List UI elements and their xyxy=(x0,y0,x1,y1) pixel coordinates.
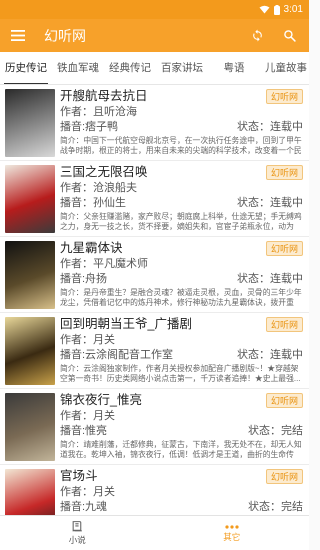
book-narrator-row: 播音:痞子鸭 状态：连载中 xyxy=(60,120,303,135)
book-status: 状态：连载中 xyxy=(237,121,303,133)
category-tabs: 历史传记 铁血军魂 经典传记 百家讲坛 粤语 儿童故事 xyxy=(0,52,309,85)
book-narrator: 播音:惟亮 xyxy=(60,425,108,437)
tab-lecture-room[interactable]: 百家讲坛 xyxy=(156,52,208,84)
book-cover xyxy=(5,317,55,385)
nav-label: 小说 xyxy=(68,535,86,545)
book-narrator: 播音:痞子鸭 xyxy=(60,121,119,133)
source-tag: 幻听网 xyxy=(265,241,303,256)
nav-label: 其它 xyxy=(223,531,241,542)
book-narrator: 播音：孙仙生 xyxy=(60,197,126,209)
tab-cantonese[interactable]: 粤语 xyxy=(208,52,260,84)
book-intro: 简介：云涂阁独家制作，作者月关授权参加配音广播剧版~！★穿越架空第一奇书！历史类… xyxy=(60,364,301,383)
book-author: 作者：月关 xyxy=(60,334,115,346)
book-narrator: 播音:舟扬 xyxy=(60,273,108,285)
book-narrator-row: 播音:九魂 状态：完结 xyxy=(60,500,303,515)
list-item[interactable]: 开艘航母去抗日 作者：且听沧海 播音:痞子鸭 状态：连载中 简介：中国下一代航空母… xyxy=(0,85,309,161)
list-item[interactable]: 官场斗 作者：月关 播音:九魂 状态：完结 幻听网 xyxy=(0,465,309,515)
source-tag: 幻听网 xyxy=(265,469,303,484)
book-icon xyxy=(72,521,82,532)
book-author: 作者：月关 xyxy=(60,410,115,422)
book-narrator-row: 播音:云涂阁配音工作室 状态：连载中 xyxy=(60,348,303,363)
nav-novels[interactable]: 小说 xyxy=(0,516,155,550)
app-title: 幻听网 xyxy=(44,27,86,44)
status-bar: 3:01 xyxy=(0,0,309,19)
book-author: 作者：沧浪船夫 xyxy=(60,182,137,194)
book-status: 状态：完结 xyxy=(248,501,303,513)
book-author: 作者：平凡魔术师 xyxy=(60,258,148,270)
nav-others[interactable]: 其它 xyxy=(155,516,310,550)
book-narrator-row: 播音：孙仙生 状态：连载中 xyxy=(60,196,303,211)
book-narrator-row: 播音:舟扬 状态：连载中 xyxy=(60,272,303,287)
list-item[interactable]: 回到明朝当王爷_广播剧 作者：月关 播音:云涂阁配音工作室 状态：连载中 简介：云… xyxy=(0,313,309,389)
book-narrator-row: 播音:惟亮 状态：完结 xyxy=(60,424,303,439)
search-button[interactable] xyxy=(273,19,305,52)
tab-children-stories[interactable]: 儿童故事 xyxy=(260,52,309,84)
hamburger-icon xyxy=(11,30,25,41)
source-tag: 幻听网 xyxy=(265,317,303,332)
source-tag: 幻听网 xyxy=(265,165,303,180)
book-cover xyxy=(5,165,55,233)
book-narrator: 播音:云涂阁配音工作室 xyxy=(60,349,174,361)
book-narrator: 播音:九魂 xyxy=(60,501,108,513)
refresh-icon xyxy=(252,29,262,42)
book-author: 作者：月关 xyxy=(60,486,115,498)
app-bar: 幻听网 xyxy=(0,19,309,52)
book-status: 状态：连载中 xyxy=(237,349,303,361)
book-cover xyxy=(5,393,55,461)
list-item[interactable]: 锦衣夜行_惟亮 作者：月关 播音:惟亮 状态：完结 简介：靖难削藩，迁都修典，征蒙… xyxy=(0,389,309,465)
book-intro: 简介：中国下一代航空母舰北京号，在一次执行任务途中，回到了甲午战争时期，根正的将… xyxy=(60,136,302,155)
book-cover xyxy=(5,241,55,309)
source-tag: 幻听网 xyxy=(265,393,303,408)
tab-history-biography[interactable]: 历史传记 xyxy=(0,52,52,84)
more-dots-icon xyxy=(225,524,239,529)
source-tag: 幻听网 xyxy=(265,89,303,104)
book-list: 开艘航母去抗日 作者：且听沧海 播音:痞子鸭 状态：连载中 简介：中国下一代航空母… xyxy=(0,85,309,515)
list-item[interactable]: 三国之无限召唤 作者：沧浪船夫 播音：孙仙生 状态：连载中 简介：父亲狂赚滥赌，家… xyxy=(0,161,309,237)
book-cover xyxy=(5,469,55,515)
book-status: 状态：连载中 xyxy=(237,197,303,209)
clock-text: 3:01 xyxy=(283,4,303,15)
book-cover xyxy=(5,89,55,157)
wifi-icon xyxy=(259,5,270,14)
book-intro: 简介：靖难削藩，迁都修典，征蒙古，下南洋，我无处不在，却无人知道我在。乾坤入袖，… xyxy=(60,440,302,459)
search-icon xyxy=(283,30,296,42)
tab-classic-biography[interactable]: 经典传记 xyxy=(104,52,156,84)
list-item[interactable]: 九星霸体诀 作者：平凡魔术师 播音:舟扬 状态：连载中 简介：是丹帝重生？是融合灵… xyxy=(0,237,309,313)
book-intro: 简介：是丹帝重生？是融合灵魂？被逼走灵根，灵血，灵骨的三年少年龙尘，凭借着记忆中… xyxy=(60,288,302,307)
book-intro: 简介：父亲狂赚滥赌，家产败尽；朝庭腐上科举，仕途无望；手无缚鸡之力，身无一技之长… xyxy=(60,212,302,231)
book-author: 作者：且听沧海 xyxy=(60,106,137,118)
book-status: 状态：连载中 xyxy=(237,273,303,285)
menu-button[interactable] xyxy=(0,19,36,52)
battery-icon xyxy=(273,4,280,15)
refresh-button[interactable] xyxy=(241,19,273,52)
book-status: 状态：完结 xyxy=(248,425,303,437)
tab-military[interactable]: 铁血军魂 xyxy=(52,52,104,84)
bottom-nav: 小说 其它 xyxy=(0,515,309,550)
